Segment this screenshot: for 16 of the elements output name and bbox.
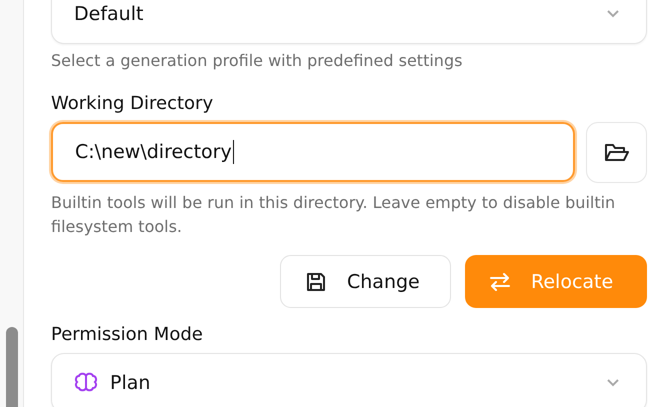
brain-icon: [74, 372, 98, 394]
chevron-icon: [606, 378, 620, 388]
permission-mode-dropdown[interactable]: Plan: [51, 353, 647, 407]
help-text: Builtin tools will be run in this directory. Leave empty to disable builtin filesystem tools.: [51, 192, 616, 238]
scrollbar-thumb[interactable]: [6, 327, 18, 407]
field-label: Permission Mode: [51, 324, 204, 345]
profile-dropdown[interactable]: Default: [51, 0, 647, 44]
folder-icon: [604, 142, 630, 164]
chevron-icon: [606, 9, 620, 19]
save-icon: [305, 270, 327, 292]
browse-folder-button[interactable]: [586, 122, 647, 183]
change-button[interactable]: Change: [280, 255, 451, 308]
help-text: Select a generation profile with predefined settings: [51, 50, 464, 72]
directory-input[interactable]: C:\new\directory: [51, 122, 575, 182]
swap-arrows-icon: [489, 272, 511, 292]
field-label: Working Directory: [51, 93, 214, 114]
